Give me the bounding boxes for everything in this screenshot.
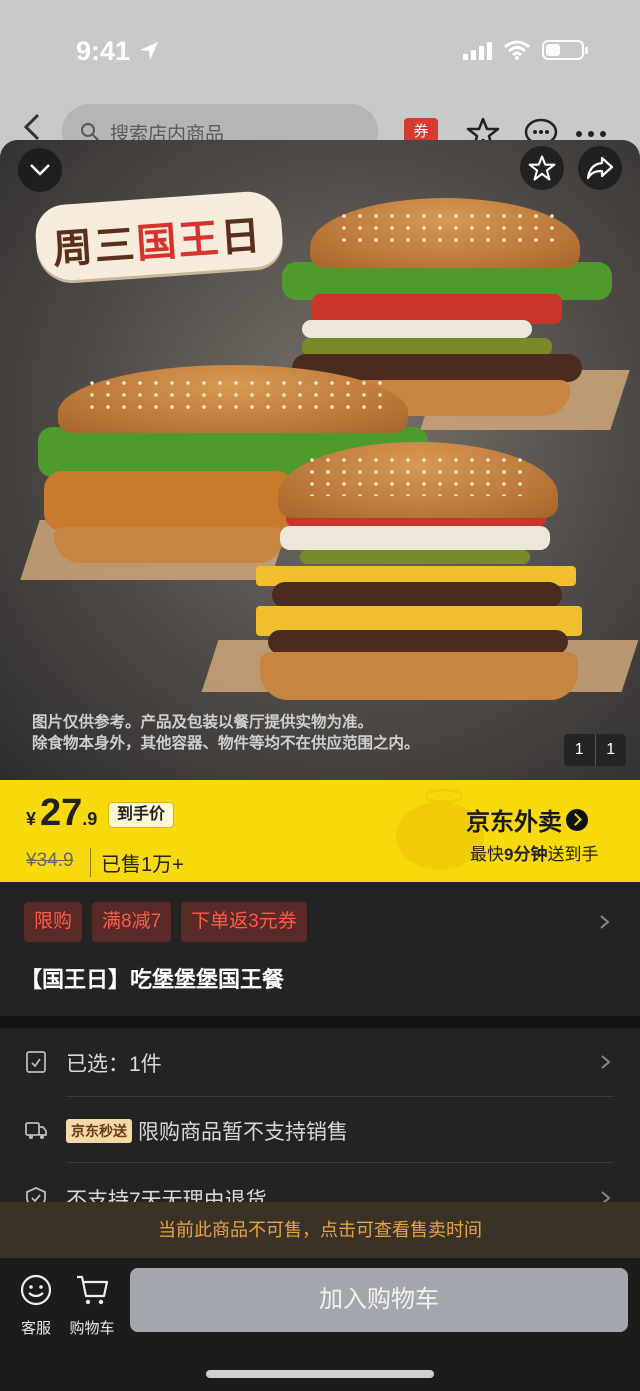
delivery-row: 京东秒送 限购商品暂不支持销售 — [0, 1096, 640, 1162]
double-cheese-burger-image — [256, 442, 586, 700]
image-disclaimer: 图片仅供参考。产品及包装以餐厅提供实物为准。 除食物本身外，其他容器、物件等均不… — [32, 712, 420, 754]
promo-chips[interactable]: 限购 满8减7 下单返3元券 — [24, 902, 307, 942]
jd-miaosong-badge: 京东秒送 — [66, 1119, 132, 1143]
cart-button[interactable]: 购物车 — [62, 1272, 122, 1338]
signal-icon — [463, 40, 492, 60]
disclaimer-line-2: 除食物本身外，其他容器、物件等均不在供应范围之内。 — [32, 735, 420, 752]
product-detail-sheet: 周三国王日 图片仅供参考。产品及包装以餐厅提供实物为准。 除食物本身外，其他容器… — [0, 140, 640, 1391]
star-icon — [528, 155, 556, 181]
customer-service-button[interactable]: 客服 — [6, 1272, 66, 1338]
price-bar: ¥27.9 到手价 ¥34.9 已售1万+ 京东外卖 最快9分钟送到手 — [0, 780, 640, 882]
arrow-right-circle-icon — [566, 808, 588, 831]
smiley-service-icon — [20, 1274, 52, 1306]
location-arrow-icon — [140, 42, 158, 60]
pager-total: 1 — [606, 741, 616, 758]
chip-discount: 满8减7 — [92, 902, 172, 942]
section-divider — [0, 1016, 640, 1028]
delivery-text: 京东秒送 限购商品暂不支持销售 — [66, 1116, 348, 1146]
product-image-carousel[interactable]: 周三国王日 图片仅供参考。产品及包装以餐厅提供实物为准。 除食物本身外，其他容器… — [0, 140, 640, 780]
final-price-tag: 到手价 — [108, 802, 175, 828]
status-bar: 9:41 — [0, 0, 640, 100]
chevron-down-icon — [30, 164, 50, 176]
delivery-truck-icon — [25, 1122, 47, 1139]
promo-badge: 周三国王日 — [33, 189, 285, 283]
status-time: 9:41 — [76, 36, 131, 66]
sold-count: 已售1万+ — [90, 848, 184, 877]
chip-coupon-return: 下单返3元券 — [181, 902, 307, 942]
home-indicator — [206, 1370, 434, 1378]
selected-spec-row[interactable]: 已选：1件 — [0, 1028, 640, 1094]
cart-label: 购物车 — [69, 1320, 115, 1337]
collapse-button[interactable] — [18, 148, 62, 192]
document-icon — [26, 1051, 46, 1073]
shopping-cart-icon — [77, 1275, 109, 1305]
final-price: ¥27.9 — [26, 792, 98, 834]
search-icon — [81, 123, 99, 141]
status-indicators — [463, 40, 588, 60]
chevron-right-icon[interactable] — [598, 914, 612, 930]
product-title: 【国王日】吃堡堡堡国王餐 — [20, 967, 285, 992]
pager-current: 1 — [564, 734, 596, 766]
battery-icon — [542, 40, 588, 60]
wifi-icon — [504, 40, 530, 60]
add-to-cart-button[interactable]: 加入购物车 — [130, 1268, 628, 1332]
original-price: ¥34.9 — [26, 850, 74, 871]
spec-rows: 已选：1件 京东秒送 限购商品暂不支持销售 不支持7天无理由退货 — [0, 1028, 640, 1228]
unavailable-notice[interactable]: 当前此商品不可售，点击可查看售卖时间 — [0, 1202, 640, 1258]
selected-spec-text: 已选：1件 — [66, 1053, 162, 1076]
product-info: 限购 满8减7 下单返3元券 【国王日】吃堡堡堡国王餐 — [0, 882, 640, 1016]
share-icon — [586, 156, 614, 180]
share-button[interactable] — [578, 146, 622, 190]
row-divider — [66, 1162, 614, 1163]
disclaimer-line-1: 图片仅供参考。产品及包装以餐厅提供实物为准。 — [32, 714, 374, 731]
chevron-right-icon — [601, 1055, 611, 1069]
chip-limit: 限购 — [24, 902, 83, 942]
favorite-button[interactable] — [520, 146, 564, 190]
back-arrow-icon[interactable] — [20, 112, 46, 142]
delivery-speed: 最快9分钟送到手 — [470, 845, 599, 864]
promo-title: 周三国王日 — [51, 212, 264, 274]
image-pager: 1 1 — [564, 734, 626, 766]
brand-name: 京东外卖 — [466, 809, 562, 836]
jd-takeaway-link[interactable]: 京东外卖 — [466, 802, 588, 837]
service-label: 客服 — [20, 1320, 51, 1337]
